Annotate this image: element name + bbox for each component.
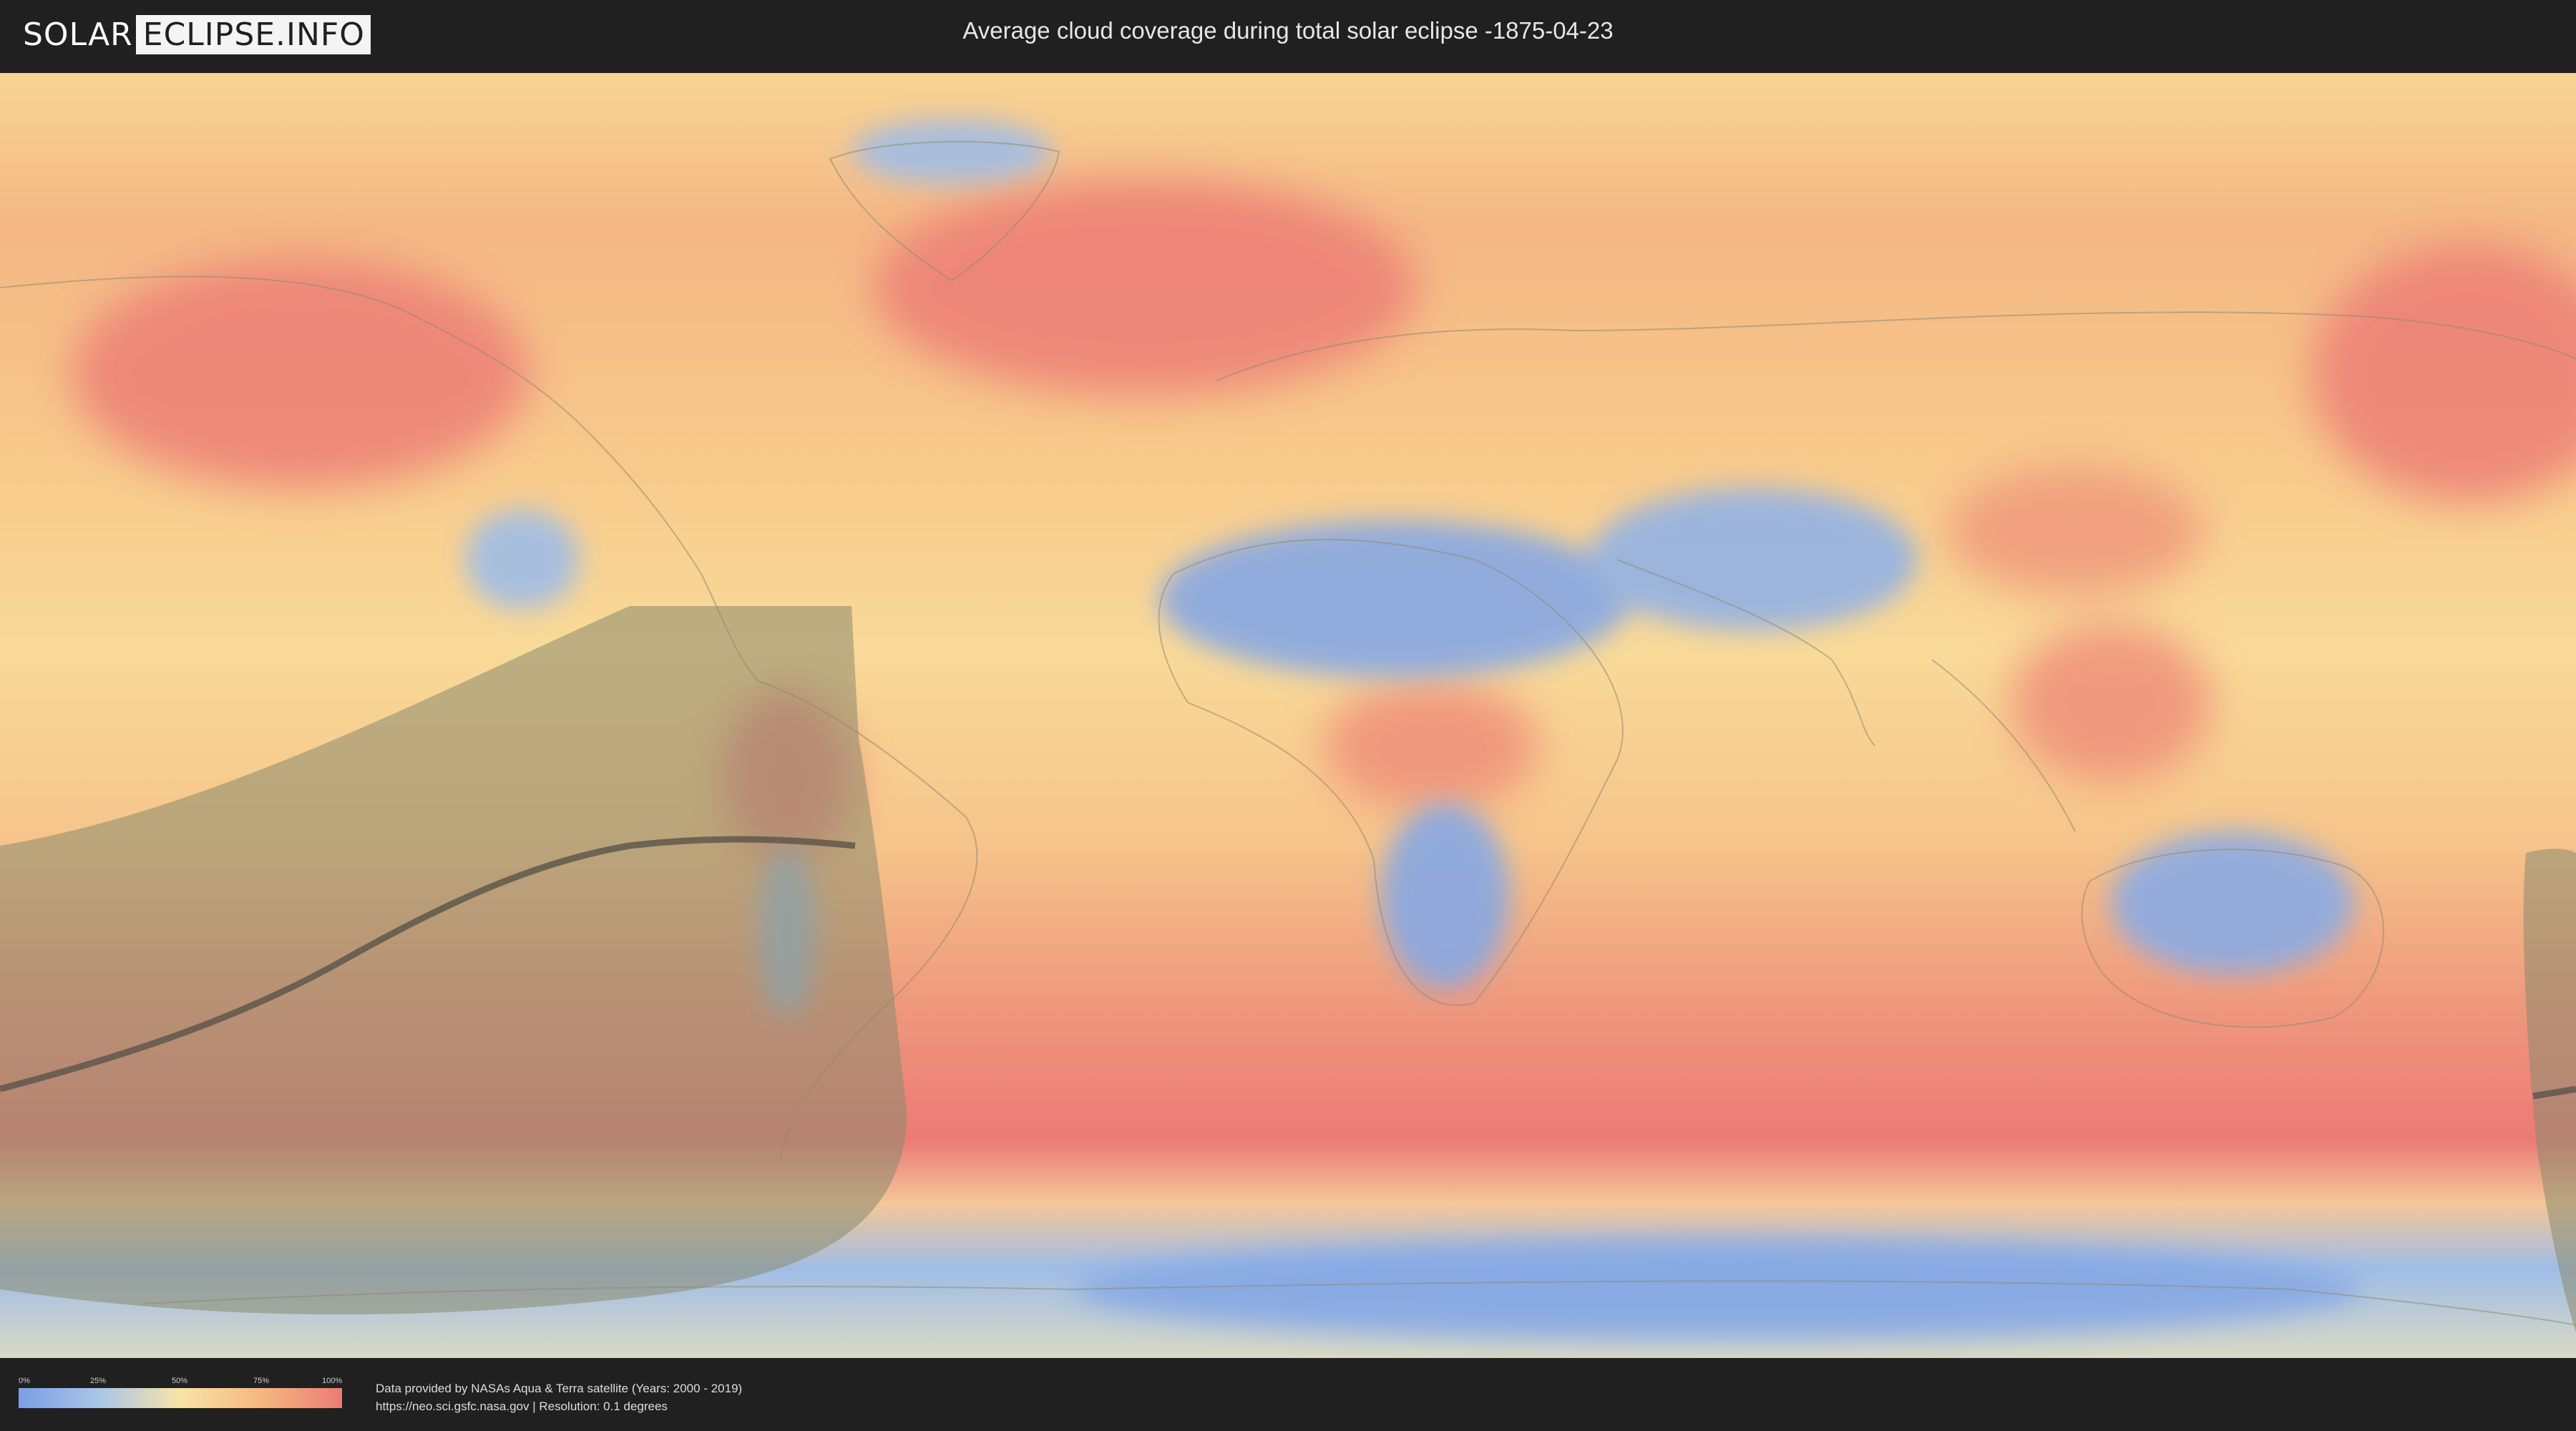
legend-tick-50: 50% [172,1377,188,1385]
cloud-coverage-map [0,73,2576,1358]
credits-line-url[interactable]: https://neo.sci.gsfc.nasa.gov | Resoluti… [376,1397,742,1415]
credits-line-source: Data provided by NASAs Aqua & Terra sate… [376,1382,743,1395]
legend-ticks: 0% 25% 50% 75% 100% [19,1377,342,1388]
top-bar: SOLAR ECLIPSE.INFO Average cloud coverag… [0,0,2576,72]
legend-tick-25: 25% [90,1377,107,1385]
cloud-coverage-legend: 0% 25% 50% 75% 100% [19,1377,342,1408]
legend-tick-0: 0% [19,1377,30,1385]
legend-tick-75: 75% [253,1377,270,1385]
page-title: Average cloud coverage during total sola… [962,17,1614,44]
legend-tick-100: 100% [322,1377,343,1385]
footer: 0% 25% 50% 75% 100% Data provided by NAS… [0,1358,2576,1431]
legend-color-bar [19,1388,342,1408]
data-credits: Data provided by NASAs Aqua & Terra sate… [376,1379,742,1415]
